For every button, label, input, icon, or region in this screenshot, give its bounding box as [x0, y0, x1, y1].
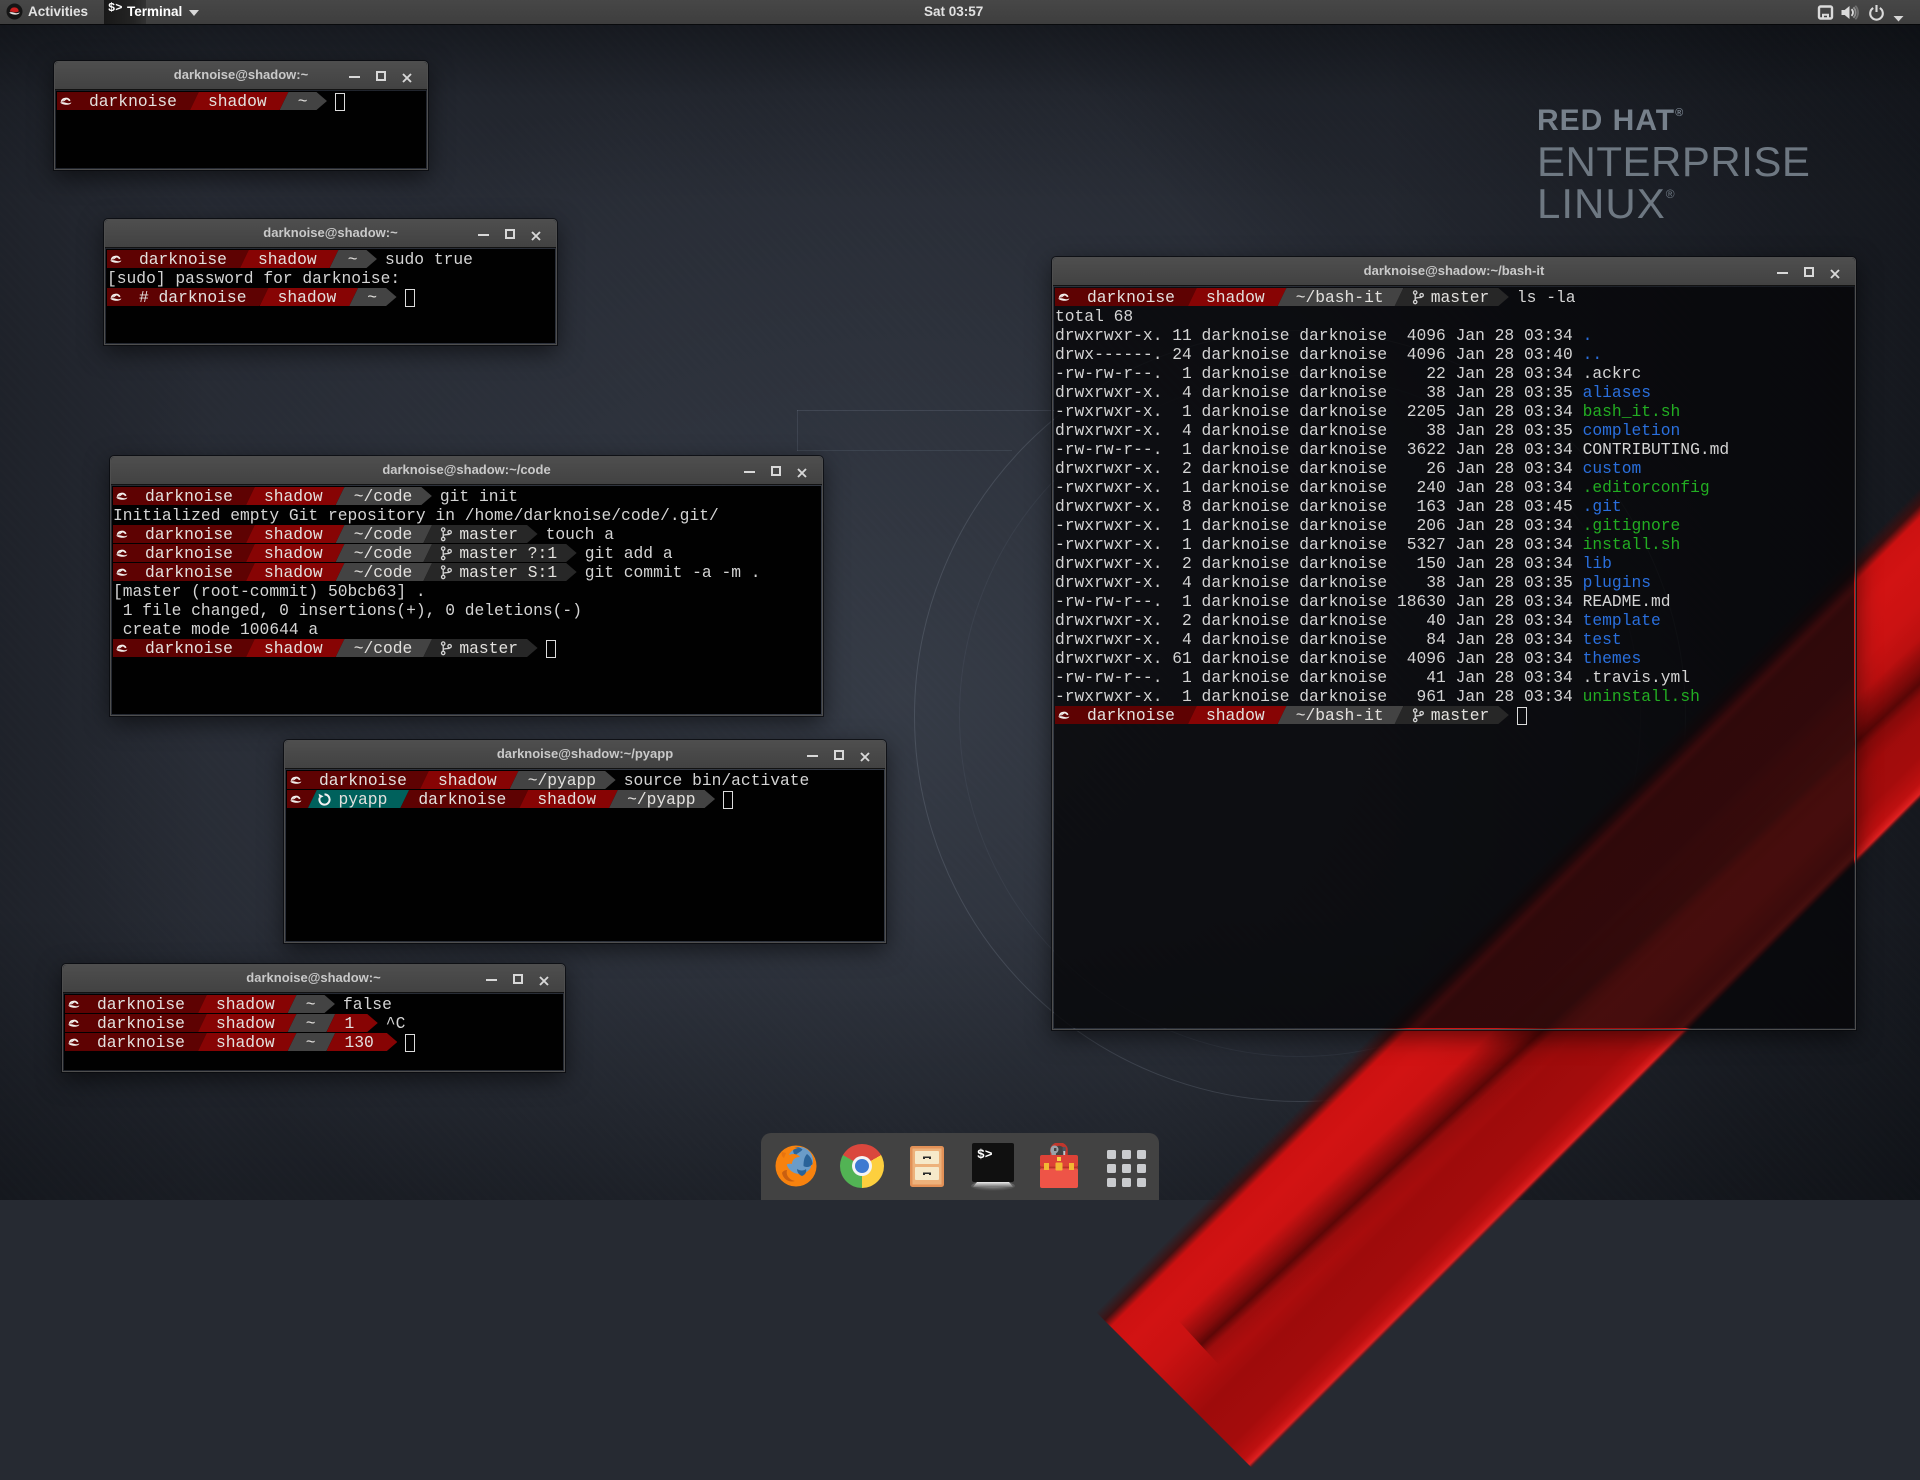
svg-text:$>: $> — [977, 1147, 993, 1162]
